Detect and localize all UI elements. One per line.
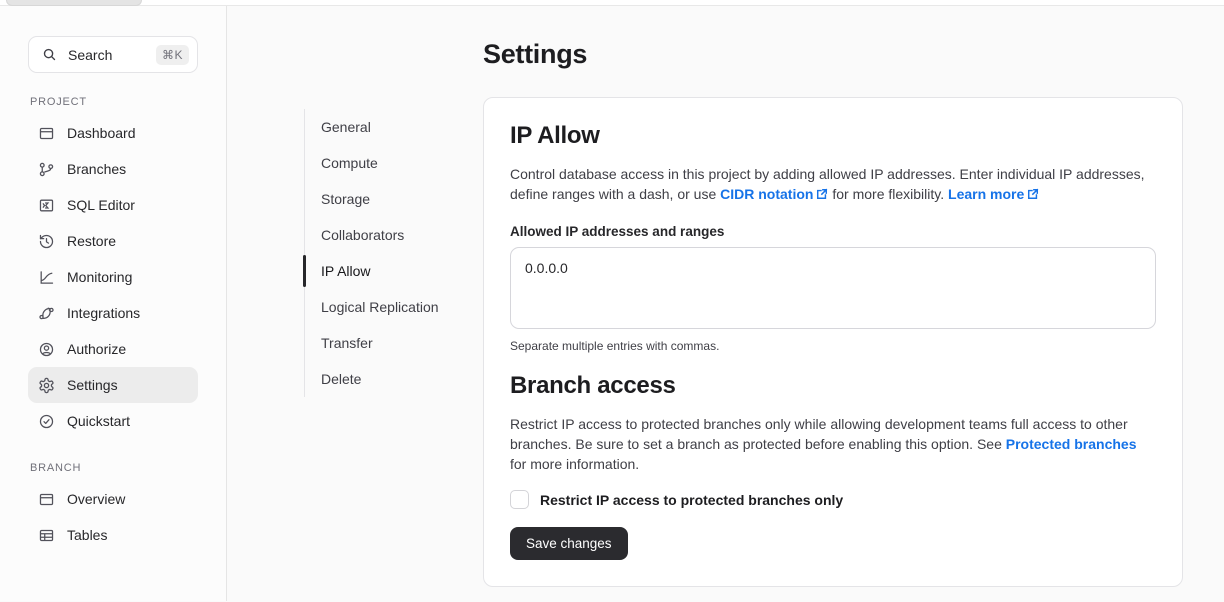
subnav-transfer[interactable]: Transfer <box>305 325 456 361</box>
sidebar-item-branches[interactable]: Branches <box>28 151 198 187</box>
authorize-icon <box>38 341 55 358</box>
monitoring-icon <box>38 269 55 286</box>
external-link-icon <box>1027 188 1039 200</box>
ip-allow-card: IP Allow Control database access in this… <box>483 97 1183 587</box>
subnav-compute[interactable]: Compute <box>305 145 456 181</box>
integrations-icon <box>38 305 55 322</box>
save-changes-button[interactable]: Save changes <box>510 527 628 560</box>
settings-content: Settings IP Allow Control database acces… <box>483 6 1183 587</box>
sidebar-item-monitoring[interactable]: Monitoring <box>28 259 198 295</box>
search-icon <box>42 47 57 62</box>
ip-field-label: Allowed IP addresses and ranges <box>510 224 1156 239</box>
ip-addresses-textarea[interactable]: 0.0.0.0 <box>510 247 1156 329</box>
sidebar-item-sql-editor[interactable]: SQL Editor <box>28 187 198 223</box>
gear-icon <box>38 377 55 394</box>
main-area: General Compute Storage Collaborators IP… <box>227 6 1224 601</box>
branches-icon <box>38 161 55 178</box>
sidebar-item-quickstart[interactable]: Quickstart <box>28 403 198 439</box>
page-title: Settings <box>483 39 1183 70</box>
ip-allow-heading: IP Allow <box>510 122 1156 150</box>
search-input[interactable]: Search ⌘K <box>28 36 198 73</box>
sidebar-item-dashboard[interactable]: Dashboard <box>28 115 198 151</box>
sidebar-item-overview[interactable]: Overview <box>28 481 198 517</box>
settings-subnav: General Compute Storage Collaborators IP… <box>304 109 456 397</box>
table-icon <box>38 527 55 544</box>
sidebar-item-label: Tables <box>67 527 107 543</box>
description-text: for more flexibility. <box>828 186 948 202</box>
sql-editor-icon <box>38 197 55 214</box>
sidebar: Search ⌘K PROJECT Dashboard Branches SQL… <box>0 6 227 601</box>
branch-access-description: Restrict IP access to protected branches… <box>510 414 1156 474</box>
sidebar-item-restore[interactable]: Restore <box>28 223 198 259</box>
browser-tab-sliver <box>6 0 142 6</box>
subnav-delete[interactable]: Delete <box>305 361 456 397</box>
sidebar-item-label: Integrations <box>67 305 140 321</box>
branch-section-label: BRANCH <box>30 462 196 474</box>
sidebar-item-label: Quickstart <box>67 413 130 429</box>
sidebar-item-tables[interactable]: Tables <box>28 517 198 553</box>
subnav-general[interactable]: General <box>305 109 456 145</box>
sidebar-item-integrations[interactable]: Integrations <box>28 295 198 331</box>
dashboard-icon <box>38 125 55 142</box>
search-shortcut-badge: ⌘K <box>156 45 189 65</box>
description-text: for more information. <box>510 456 639 472</box>
cidr-notation-link[interactable]: CIDR notation <box>720 186 813 202</box>
app-window: Search ⌘K PROJECT Dashboard Branches SQL… <box>0 6 1224 601</box>
overview-icon <box>38 491 55 508</box>
sidebar-item-label: Restore <box>67 233 116 249</box>
subnav-collaborators[interactable]: Collaborators <box>305 217 456 253</box>
restore-icon <box>38 233 55 250</box>
ip-allow-description: Control database access in this project … <box>510 164 1156 204</box>
check-circle-icon <box>38 413 55 430</box>
restrict-ip-checkbox-label: Restrict IP access to protected branches… <box>540 492 843 508</box>
search-placeholder: Search <box>68 47 156 63</box>
sidebar-item-label: Settings <box>67 377 118 393</box>
ip-field-helper: Separate multiple entries with commas. <box>510 339 1156 353</box>
project-section-label: PROJECT <box>30 96 196 108</box>
subnav-logical-replication[interactable]: Logical Replication <box>305 289 456 325</box>
sidebar-item-authorize[interactable]: Authorize <box>28 331 198 367</box>
sidebar-item-label: SQL Editor <box>67 197 135 213</box>
protected-branches-link[interactable]: Protected branches <box>1006 436 1137 452</box>
sidebar-item-label: Dashboard <box>67 125 136 141</box>
sidebar-item-label: Overview <box>67 491 125 507</box>
branch-access-heading: Branch access <box>510 372 1156 400</box>
sidebar-item-label: Monitoring <box>67 269 132 285</box>
restrict-ip-checkbox-row[interactable]: Restrict IP access to protected branches… <box>510 490 1156 509</box>
restrict-ip-checkbox[interactable] <box>510 490 529 509</box>
sidebar-item-label: Branches <box>67 161 126 177</box>
sidebar-item-settings[interactable]: Settings <box>28 367 198 403</box>
subnav-ip-allow[interactable]: IP Allow <box>305 253 456 289</box>
sidebar-item-label: Authorize <box>67 341 126 357</box>
learn-more-link[interactable]: Learn more <box>948 186 1024 202</box>
subnav-storage[interactable]: Storage <box>305 181 456 217</box>
external-link-icon <box>816 188 828 200</box>
